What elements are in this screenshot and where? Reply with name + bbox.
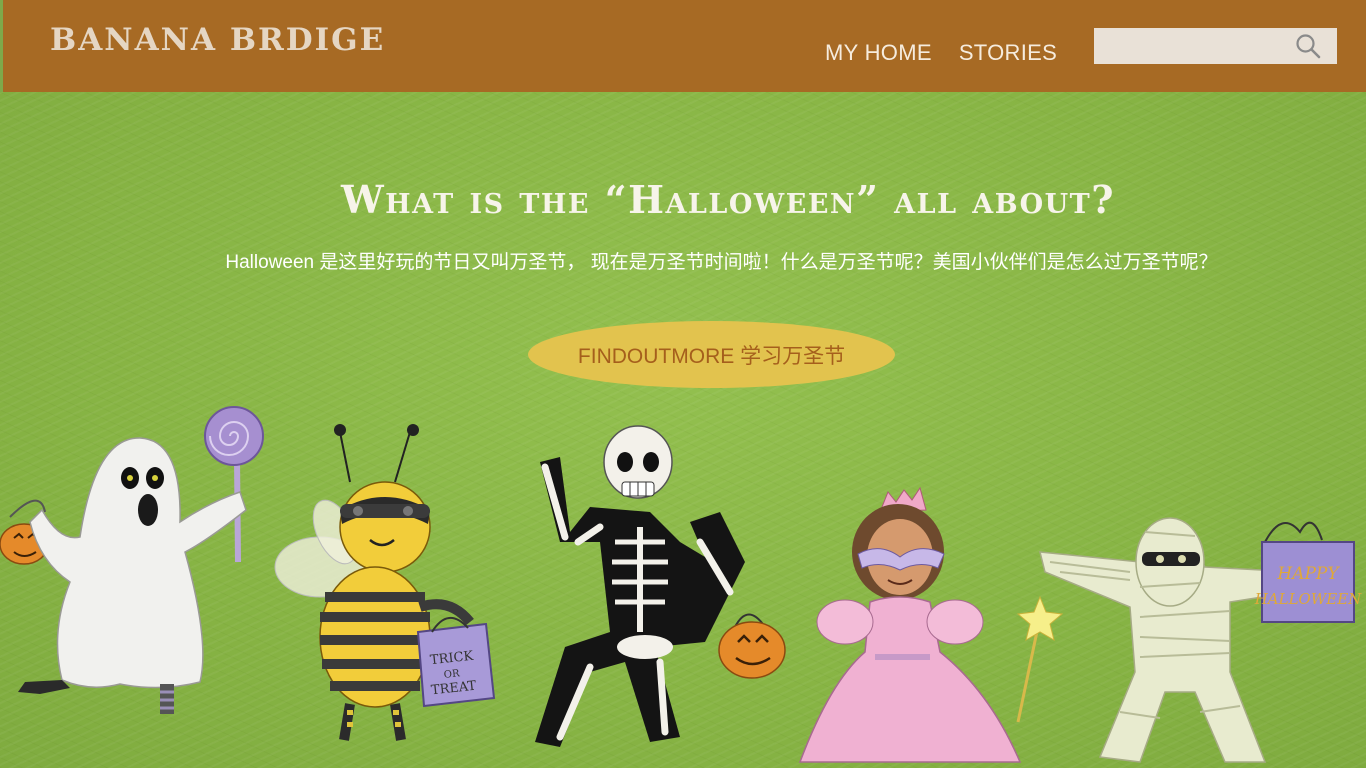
brand-logo[interactable]: BANANA BRDIGE bbox=[50, 22, 385, 58]
main-nav: MY HOME STORIES bbox=[825, 40, 1057, 66]
skeleton-figure bbox=[535, 425, 786, 747]
page-title: What is the “Halloween” all about? bbox=[340, 177, 1116, 222]
search-input[interactable] bbox=[1094, 28, 1289, 64]
happy-halloween-bag: HAPPY HALLOWEEN bbox=[1254, 521, 1362, 623]
svg-text:OR: OR bbox=[443, 668, 460, 681]
nav-my-home[interactable]: MY HOME bbox=[825, 40, 932, 66]
find-out-more-button[interactable]: FINDOUTMORE 学习万圣节 bbox=[528, 321, 895, 388]
hero-subtitle: Halloween 是这里好玩的节日又叫万圣节， 现在是万圣节时间啦！什么是万圣… bbox=[225, 252, 1218, 273]
nav-stories[interactable]: STORIES bbox=[959, 40, 1057, 66]
ghost-figure bbox=[0, 406, 264, 714]
bee-figure: TRICK OR TREAT bbox=[274, 424, 496, 741]
search-icon[interactable] bbox=[1295, 33, 1321, 59]
svg-text:HALLOWEEN: HALLOWEEN bbox=[1254, 590, 1362, 608]
halloween-kids-illustration: TRICK OR TREAT HAPPY HALLOWEEN bbox=[0, 406, 1362, 763]
svg-text:HAPPY: HAPPY bbox=[1276, 564, 1340, 584]
princess-figure bbox=[798, 486, 1064, 763]
trick-or-treat-bag: TRICK OR TREAT bbox=[416, 617, 496, 708]
search-box bbox=[1094, 28, 1337, 64]
hero-section: What is the “Halloween” all about? Hallo… bbox=[0, 92, 1366, 768]
mummy-figure: HAPPY HALLOWEEN bbox=[1039, 517, 1362, 763]
top-bar: BANANA BRDIGE MY HOME STORIES bbox=[0, 0, 1366, 92]
